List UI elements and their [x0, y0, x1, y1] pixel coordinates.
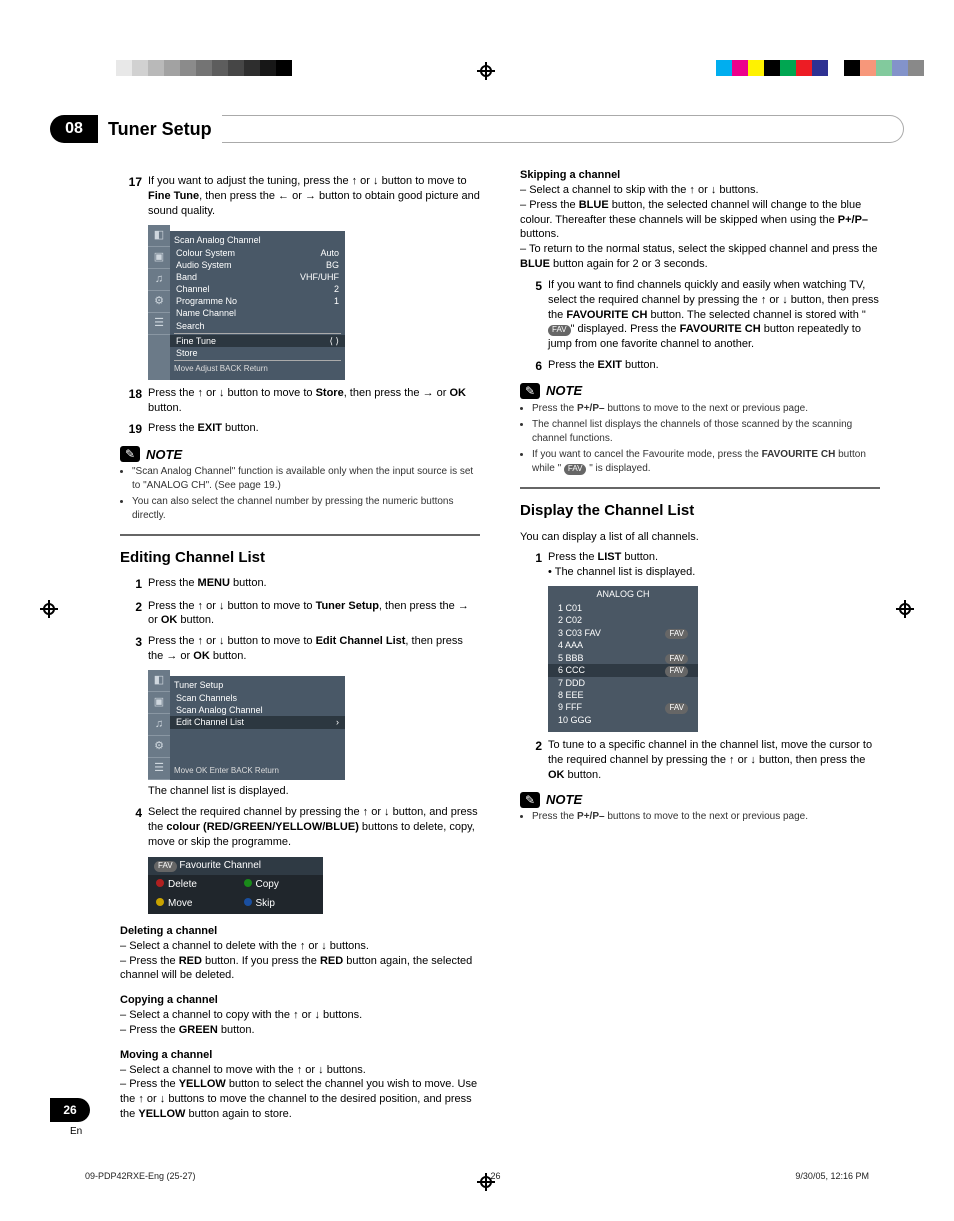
left-column: 17 If you want to adjust the tuning, pre… [120, 168, 480, 1122]
step-5: 5 If you want to find channels quickly a… [520, 278, 880, 352]
editing-header: Editing Channel List [120, 548, 480, 570]
right-column: Skipping a channel – Select a channel to… [520, 168, 880, 1122]
colour-action-table: FAV Favourite Channel DeleteCopyMoveSkip [148, 857, 323, 914]
step-18: 18 Press the ↑ or ↓ button to move to St… [120, 386, 480, 416]
fav-badge: FAV [154, 861, 177, 872]
chapter-rule [222, 115, 904, 143]
gray-band-left: for(let i=0;i<12;i++){let g=Math.round(2… [100, 60, 292, 76]
note-icon: ✎ [120, 446, 140, 462]
note-heading: ✎ NOTE [120, 446, 480, 464]
page-number-badge: 26 [50, 1098, 90, 1122]
note-list: Press the P+/P– buttons to move to the n… [532, 810, 880, 824]
osd-tuner-setup: ◧▣♫⚙☰ Tuner Setup Scan ChannelsScan Anal… [148, 670, 480, 780]
osd2-caption: The channel list is displayed. [148, 784, 480, 799]
step-6: 6 Press the EXIT button. [520, 358, 880, 374]
print-footer: 09-PDP42RXE-Eng (25-27) 26 9/30/05, 12:1… [85, 1171, 869, 1181]
fav-badge: FAV [548, 325, 571, 336]
display-step-2: 2 To tune to a specific channel in the c… [520, 738, 880, 783]
right-arrow-icon: → [166, 650, 177, 662]
moving-header: Moving a channel [120, 1048, 480, 1063]
note-icon: ✎ [520, 383, 540, 399]
osd-hint: Move Adjust BACK Return [170, 363, 345, 376]
osd-channel-list: ANALOG CH 1 C012 C023 C03 FAVFAV4 AAA5 B… [548, 586, 698, 732]
edit-step-1: 1 Press the MENU button. [120, 576, 480, 592]
step-19: 19 Press the EXIT button. [120, 421, 480, 437]
display-list-header: Display the Channel List [520, 501, 880, 523]
note-list: Press the P+/P– buttons to move to the n… [532, 402, 880, 476]
chapter-header: 08 Tuner Setup [50, 115, 904, 143]
color-band-right [716, 60, 924, 76]
edit-step-3: 3 Press the ↑ or ↓ button to move to Edi… [120, 634, 480, 664]
note-list: "Scan Analog Channel" function is availa… [132, 465, 480, 522]
skipping-header: Skipping a channel [520, 168, 880, 183]
chapter-number: 08 [50, 115, 98, 143]
display-step-1: 1 Press the LIST button. • The channel l… [520, 550, 880, 580]
deleting-header: Deleting a channel [120, 924, 480, 939]
copying-header: Copying a channel [120, 993, 480, 1008]
registration-mark-top [477, 62, 495, 80]
osd-side-icons: ◧▣♫⚙☰ [148, 225, 170, 380]
registration-mark-left [40, 600, 58, 618]
note-heading: ✎ NOTE [520, 382, 880, 400]
section-rule [520, 487, 880, 489]
step-17: 17 If you want to adjust the tuning, pre… [120, 174, 480, 219]
osd-row-selected: Fine Tune⟨ ⟩ [170, 335, 345, 347]
registration-mark-right [896, 600, 914, 618]
note-icon: ✎ [520, 792, 540, 808]
edit-step-4: 4 Select the required channel by pressin… [120, 805, 480, 850]
right-arrow-icon: → [423, 387, 434, 399]
osd-scan-analog: ◧▣♫⚙☰ Scan Analog Channel Colour SystemA… [148, 225, 480, 380]
right-arrow-icon: → [458, 600, 469, 612]
display-list-sub: You can display a list of all channels. [520, 530, 880, 545]
page-lang: En [70, 1126, 82, 1137]
osd-title: Scan Analog Channel [170, 233, 345, 247]
left-arrow-icon: ← [278, 190, 289, 202]
edit-step-2: 2 Press the ↑ or ↓ button to move to Tun… [120, 599, 480, 629]
section-rule [120, 534, 480, 536]
chapter-title: Tuner Setup [108, 119, 212, 140]
note-heading: ✎ NOTE [520, 791, 880, 809]
right-arrow-icon: → [305, 190, 316, 202]
